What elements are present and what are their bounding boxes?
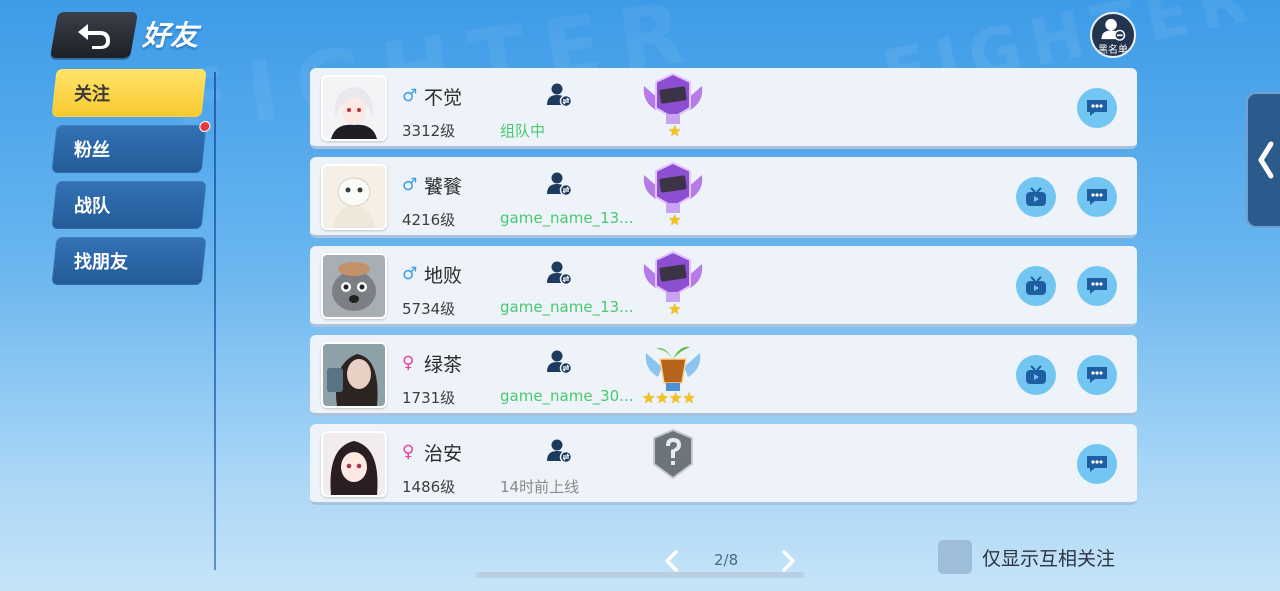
- tab-team[interactable]: 战队: [51, 181, 207, 229]
- mutual-follow-filter[interactable]: 仅显示互相关注: [938, 540, 1115, 574]
- friend-name: 治安: [424, 443, 463, 465]
- back-arrow-icon: [78, 24, 110, 49]
- chat-bubble-icon: [1087, 189, 1107, 205]
- tab-label: 战队: [74, 196, 110, 217]
- star-rating: ★: [668, 211, 682, 229]
- star-rating: ★★★★: [642, 389, 696, 407]
- pagination: 2/8: [660, 547, 800, 575]
- tv-icon: [1026, 276, 1046, 295]
- mutual-follow-checkbox[interactable]: [938, 540, 972, 574]
- friend-status: 组队中: [500, 122, 546, 140]
- female-icon: ♀: [402, 442, 415, 462]
- friend-status: 14时前上线: [500, 478, 580, 496]
- page-title: 好友: [142, 19, 199, 52]
- page-indicator: 2/8: [714, 551, 739, 569]
- sidebar: 关注 粉丝 战队 找朋友: [51, 69, 214, 293]
- male-icon: ♂: [402, 264, 418, 284]
- tab-find-friends[interactable]: 找朋友: [51, 237, 207, 285]
- friend-row[interactable]: ♀ 治安 1486级 14时前上线: [310, 424, 1137, 505]
- friend-name: 饕餮: [424, 176, 463, 198]
- mutual-follow-icon: [547, 172, 572, 197]
- scrollbar[interactable]: [476, 572, 804, 578]
- star-rating: ★: [668, 300, 682, 318]
- friend-level: 4216级: [402, 211, 456, 229]
- friend-status: game_name_30...: [500, 387, 634, 405]
- tab-following[interactable]: 关注: [51, 69, 207, 117]
- tab-label: 找朋友: [74, 252, 128, 273]
- watch-button[interactable]: [1016, 177, 1056, 217]
- avatar[interactable]: [321, 342, 387, 408]
- friend-level: 3312级: [402, 122, 456, 140]
- chat-button[interactable]: [1077, 444, 1117, 484]
- mutual-follow-icon: [547, 350, 572, 375]
- female-icon: ♀: [402, 353, 415, 373]
- friend-row[interactable]: ♂ 地败 5734级 game_name_13... ★: [310, 246, 1137, 327]
- mutual-follow-label: 仅显示互相关注: [982, 547, 1116, 570]
- tab-label: 关注: [74, 84, 110, 105]
- friend-row[interactable]: ♂ 饕餮 4216级 game_name_13... ★: [310, 157, 1137, 238]
- chat-button[interactable]: [1077, 88, 1117, 128]
- friend-row[interactable]: ♂ 不觉 3312级 组队中 ★: [310, 68, 1137, 149]
- unknown-rank-icon: [653, 428, 693, 480]
- mutual-follow-icon: [547, 261, 572, 286]
- friend-level: 1731级: [402, 389, 456, 407]
- side-panel-toggle[interactable]: [1246, 92, 1280, 228]
- tab-label: 粉丝: [74, 140, 110, 161]
- chevron-left-icon[interactable]: [662, 549, 682, 573]
- avatar[interactable]: [321, 253, 387, 319]
- blacklist-button[interactable]: 黑名单: [1090, 12, 1136, 58]
- chat-bubble-icon: [1087, 367, 1107, 383]
- friend-list: ♂ 不觉 3312级 组队中 ★ ♂ 饕餮 4216级 game_name_13…: [310, 68, 1137, 513]
- user-block-icon: [1101, 18, 1126, 41]
- mutual-follow-icon: [547, 439, 572, 464]
- friend-level: 5734级: [402, 300, 456, 318]
- chevron-left-icon: [1258, 141, 1274, 179]
- rank-badge-icon: [643, 161, 703, 213]
- back-button[interactable]: [49, 12, 139, 58]
- notification-dot: [198, 121, 211, 132]
- avatar[interactable]: [321, 75, 387, 141]
- star-rating: ★: [668, 122, 682, 140]
- watch-button[interactable]: [1016, 266, 1056, 306]
- tv-icon: [1026, 365, 1046, 384]
- avatar[interactable]: [321, 164, 387, 230]
- chat-button[interactable]: [1077, 266, 1117, 306]
- friend-status: game_name_13...: [500, 298, 634, 316]
- chevron-right-icon[interactable]: [778, 549, 798, 573]
- friend-status: game_name_13...: [500, 209, 634, 227]
- blacklist-label: 黑名单: [1098, 45, 1128, 56]
- chat-bubble-icon: [1087, 100, 1107, 116]
- friend-name: 不觉: [424, 87, 463, 109]
- rank-badge-icon: [643, 250, 703, 302]
- rank-badge-icon: [643, 72, 703, 124]
- rank-badge-icon: [645, 346, 701, 391]
- mutual-follow-icon: [547, 83, 572, 108]
- male-icon: ♂: [402, 175, 418, 195]
- tab-fans[interactable]: 粉丝: [51, 121, 211, 173]
- male-icon: ♂: [402, 86, 418, 106]
- chat-button[interactable]: [1077, 177, 1117, 217]
- friend-name: 地败: [424, 265, 463, 287]
- friend-level: 1486级: [402, 478, 456, 496]
- avatar[interactable]: [321, 431, 387, 497]
- chat-bubble-icon: [1087, 278, 1107, 294]
- chat-button[interactable]: [1077, 355, 1117, 395]
- chat-bubble-icon: [1087, 456, 1107, 472]
- sidebar-divider: [214, 72, 216, 570]
- watch-button[interactable]: [1016, 355, 1056, 395]
- tv-icon: [1026, 187, 1046, 206]
- friend-row[interactable]: ♀ 绿茶 1731级 game_name_30... ★★★★: [310, 335, 1137, 416]
- friend-name: 绿茶: [424, 354, 463, 376]
